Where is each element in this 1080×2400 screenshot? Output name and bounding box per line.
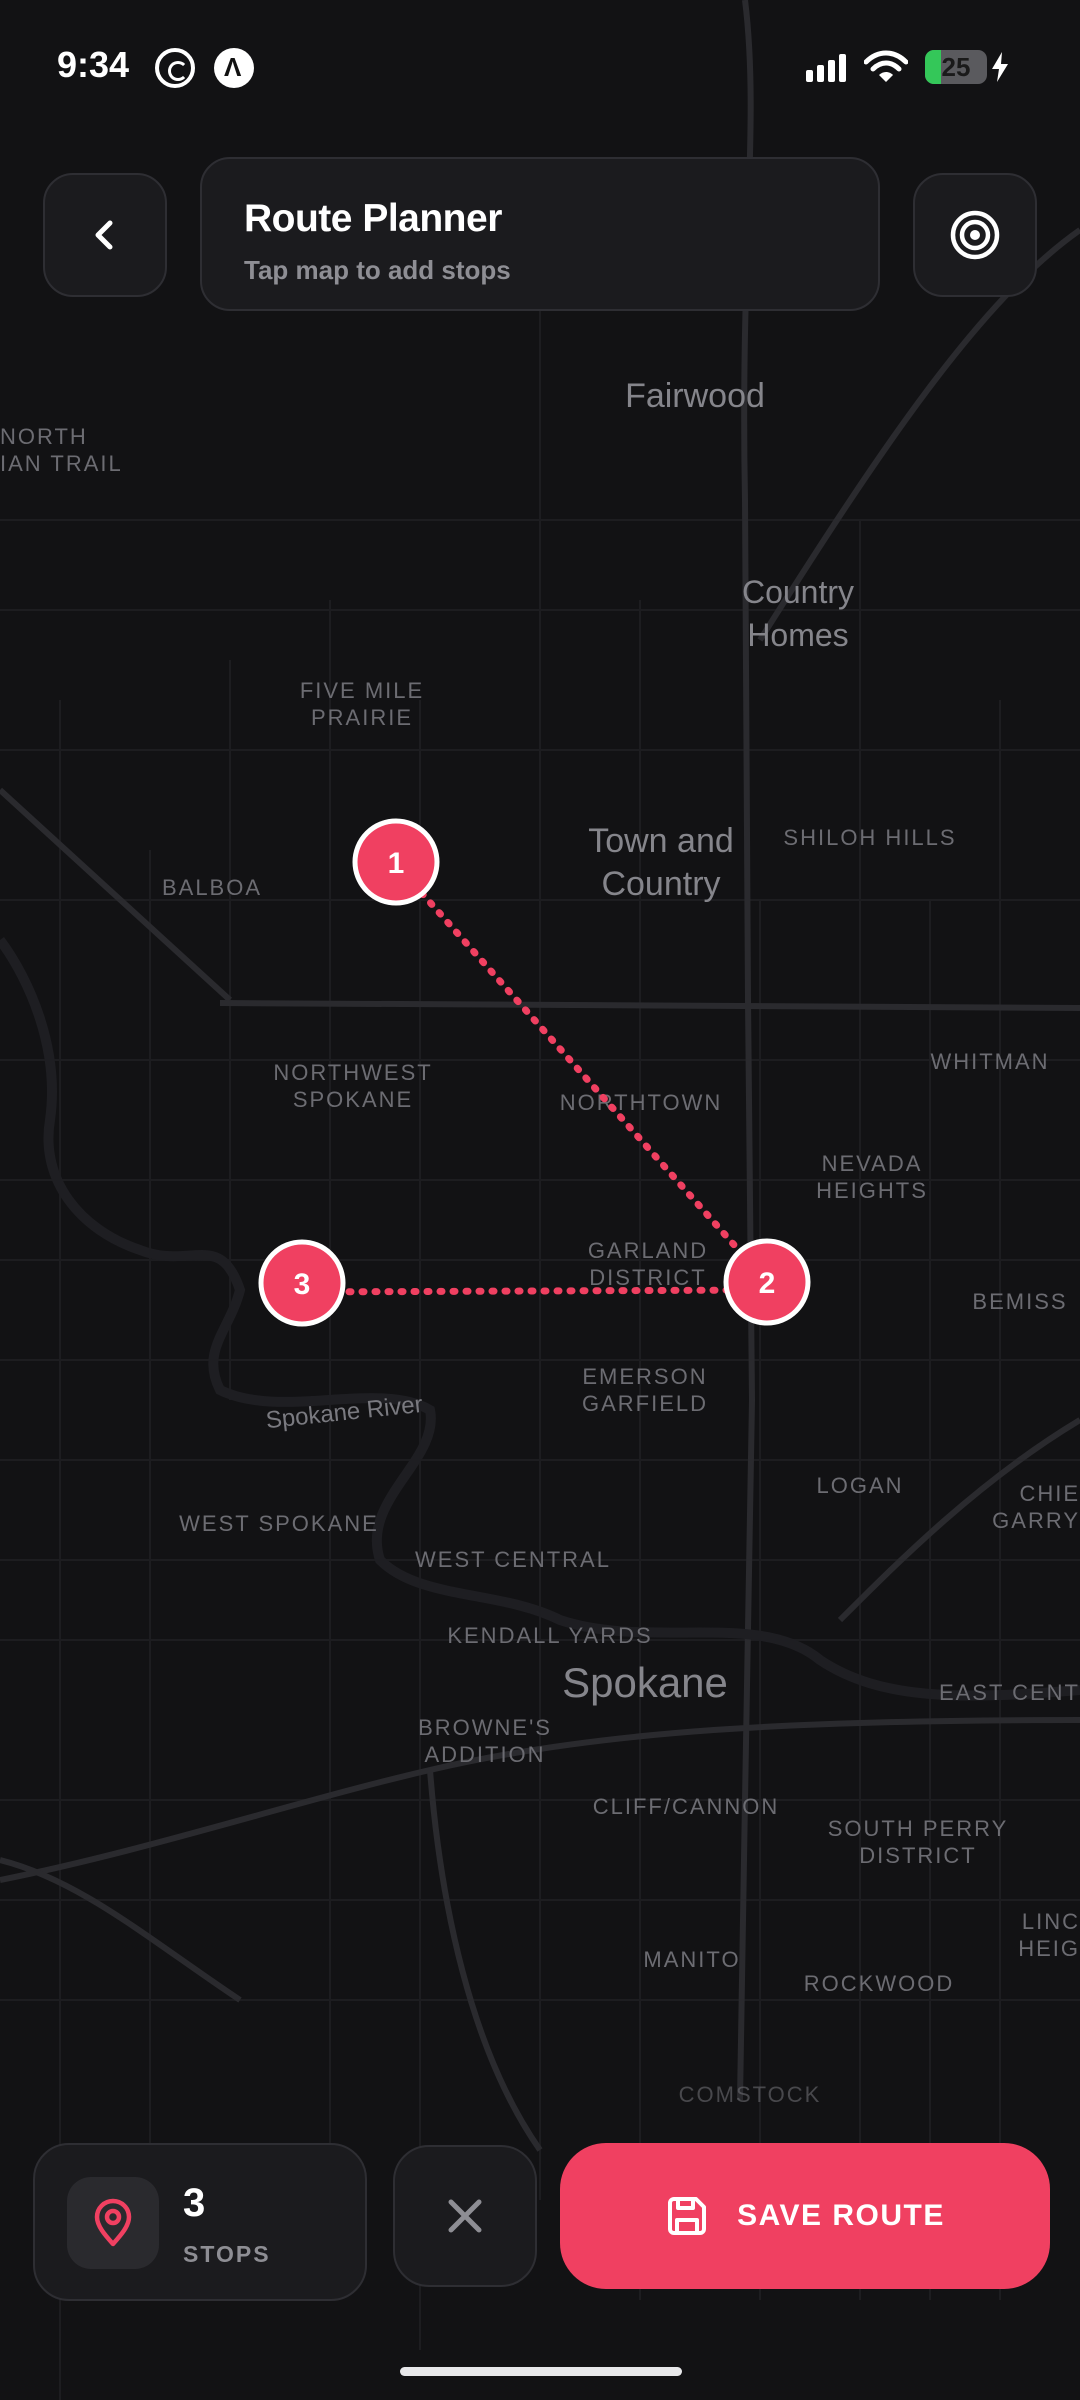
map-label: EMERSON xyxy=(582,1364,707,1389)
charging-bolt-icon xyxy=(992,52,1008,82)
map-label: ROCKWOOD xyxy=(804,1971,954,1996)
battery-level: 25 xyxy=(941,52,971,82)
map-label: KENDALL YARDS xyxy=(447,1623,652,1648)
map-label: GARFIELD xyxy=(582,1391,708,1416)
map-label: NORTH xyxy=(0,424,88,449)
map-label: PRAIRIE xyxy=(311,705,413,730)
stops-summary: 3 STOPS xyxy=(33,2143,367,2301)
map-label: Country xyxy=(742,574,854,610)
map[interactable]: Fairwood Country Homes NORTH IAN TRAIL F… xyxy=(0,0,1080,2400)
stops-label: STOPS xyxy=(183,2241,271,2267)
close-icon xyxy=(448,2199,482,2233)
map-label: WHITMAN xyxy=(930,1049,1049,1074)
map-label: BEMISS xyxy=(972,1289,1067,1314)
map-label: HEIGHTS xyxy=(816,1178,928,1203)
map-label: DISTRICT xyxy=(859,1843,976,1868)
map-label: Spokane xyxy=(562,1659,728,1706)
map-label: SOUTH PERRY xyxy=(828,1816,1009,1841)
stop-marker-label: 2 xyxy=(759,1267,776,1300)
map-label: LINC xyxy=(1022,1909,1080,1934)
signal-icon xyxy=(806,54,846,82)
map-label: NORTHWEST xyxy=(273,1060,432,1085)
map-label: Homes xyxy=(747,617,848,653)
map-label: FIVE MILE xyxy=(300,678,424,703)
stops-icon-box xyxy=(67,2177,159,2269)
map-label: Country xyxy=(601,865,720,903)
map-label: EAST CENT xyxy=(939,1680,1080,1705)
map-label: WEST SPOKANE xyxy=(179,1511,379,1536)
stop-marker-2[interactable]: 2 xyxy=(723,1238,811,1326)
target-icon xyxy=(950,210,1000,260)
page-subtitle: Tap map to add stops xyxy=(244,255,511,285)
map-label: SHILOH HILLS xyxy=(783,825,956,850)
map-label: BROWNE'S xyxy=(418,1715,552,1740)
map-label: Town and xyxy=(588,822,734,860)
map-label: HEIG xyxy=(1018,1936,1080,1961)
stop-marker-3[interactable]: 3 xyxy=(258,1239,346,1327)
map-label: CHIE xyxy=(1019,1481,1080,1506)
map-label: WEST CENTRAL xyxy=(415,1547,611,1572)
status-time: 9:34 xyxy=(57,44,130,85)
title-card: Route Planner Tap map to add stops xyxy=(200,157,880,311)
map-pin-icon xyxy=(94,2198,132,2247)
map-label: ADDITION xyxy=(424,1742,545,1767)
map-label: GARRY xyxy=(992,1508,1080,1533)
back-button[interactable] xyxy=(43,173,167,297)
map-label: Fairwood xyxy=(625,377,765,415)
arc-icon xyxy=(214,48,254,88)
map-label: LOGAN xyxy=(816,1473,903,1498)
stops-count: 3 xyxy=(183,2181,206,2225)
map-label: GARLAND xyxy=(588,1238,708,1263)
save-route-label: SAVE ROUTE xyxy=(737,2199,945,2232)
page-title: Route Planner xyxy=(244,197,502,240)
map-label: IAN TRAIL xyxy=(0,451,123,476)
stop-marker-label: 1 xyxy=(388,847,405,880)
save-route-button[interactable]: SAVE ROUTE xyxy=(560,2143,1050,2289)
chevron-left-icon xyxy=(95,220,113,250)
map-label: SPOKANE xyxy=(293,1087,413,1112)
clear-route-button[interactable] xyxy=(393,2145,537,2287)
map-label: COMSTOCK xyxy=(679,2082,822,2107)
map-label: BALBOA xyxy=(162,875,262,900)
locate-button[interactable] xyxy=(913,173,1037,297)
stop-marker-1[interactable]: 1 xyxy=(352,818,440,906)
status-bar: 9:34 25 xyxy=(0,0,1080,130)
whatsapp-icon xyxy=(155,48,195,88)
map-label: NORTHTOWN xyxy=(560,1090,723,1115)
home-indicator[interactable] xyxy=(400,2367,682,2376)
wifi-icon xyxy=(864,50,908,82)
stop-marker-label: 3 xyxy=(294,1268,311,1301)
map-label: DISTRICT xyxy=(589,1265,706,1290)
map-label: NEVADA xyxy=(822,1151,923,1176)
battery-icon: 25 xyxy=(925,50,987,84)
map-label: MANITO xyxy=(643,1947,740,1972)
map-label: CLIFF/CANNON xyxy=(593,1794,780,1819)
floppy-disk-icon xyxy=(668,2197,707,2235)
